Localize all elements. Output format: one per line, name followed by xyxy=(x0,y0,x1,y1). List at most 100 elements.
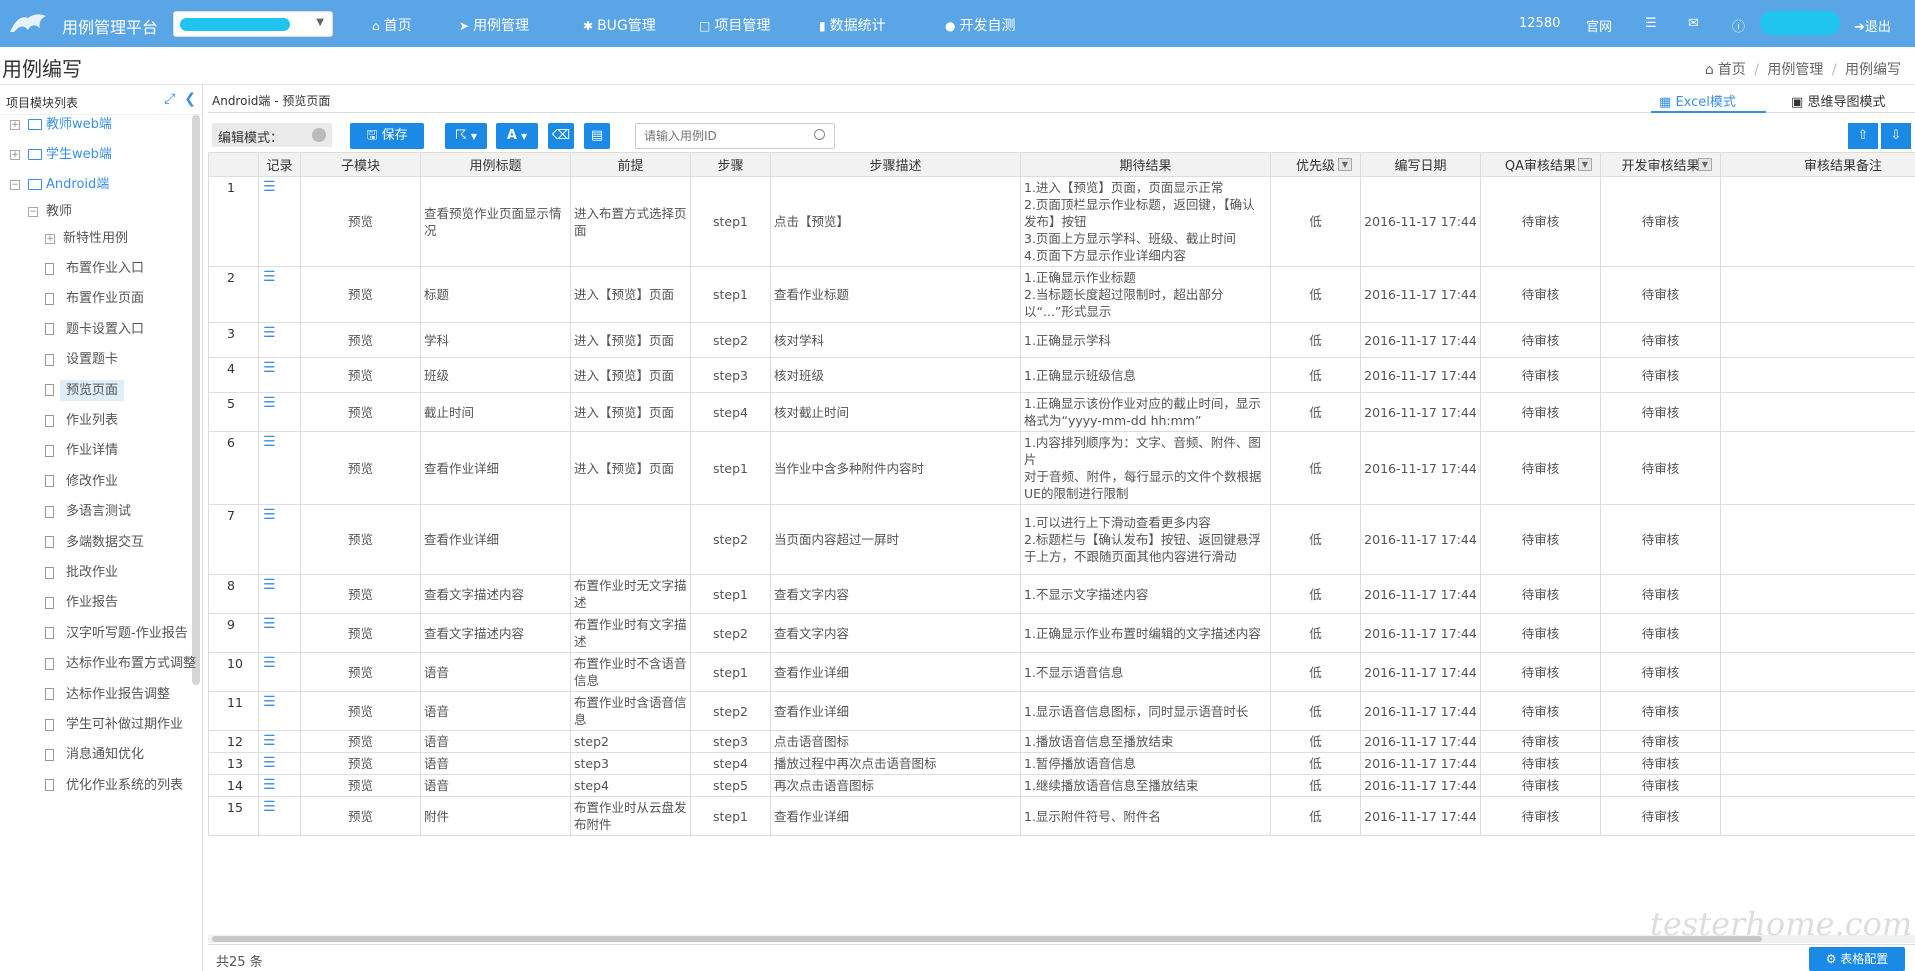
cell-expect[interactable]: 1.继续播放语音信息至播放结束 xyxy=(1020,774,1271,797)
cell-pre[interactable]: 进入【预览】页面 xyxy=(570,431,691,505)
cell-qa[interactable]: 待审核 xyxy=(1480,322,1601,358)
cell-title[interactable]: 附件 xyxy=(420,796,571,836)
cell-pre[interactable]: 进入【预览】页面 xyxy=(570,392,691,432)
column-header-10[interactable]: QA审核结果 ▼ xyxy=(1480,152,1601,177)
cell-expect[interactable]: 1.进入【预览】页面，页面显示正常 2.页面顶栏显示作业标题，返回键，【确认发布… xyxy=(1020,176,1271,267)
download-button[interactable]: ⇩ xyxy=(1881,123,1911,149)
cell-date[interactable]: 2016-11-17 17:44 xyxy=(1360,357,1481,393)
cell-qa[interactable]: 待审核 xyxy=(1480,574,1601,614)
cell-qa[interactable]: 待审核 xyxy=(1480,796,1601,836)
cell-dev[interactable]: 待审核 xyxy=(1600,266,1721,323)
cell-title[interactable]: 查看文字描述内容 xyxy=(420,574,571,614)
table-row[interactable]: 3 ☰ 预览 学科 进入【预览】页面 step2 核对学科 1.正确显示学科低 2016-11-… xyxy=(208,322,1915,358)
cell-pre[interactable]: 布置作业时不含语音信息 xyxy=(570,652,691,692)
cell-prio[interactable]: 低 xyxy=(1270,431,1361,505)
cell-expect[interactable]: 1.正确显示班级信息 xyxy=(1020,357,1271,393)
record-list-icon[interactable]: ☰ xyxy=(258,796,301,836)
table-row[interactable]: 10 ☰ 预览 语音 布置作业时不含语音信息 step1 查看作业详细 1.不显示语音信息低 2… xyxy=(208,652,1915,692)
cell-dev[interactable]: 待审核 xyxy=(1600,796,1721,836)
record-list-icon[interactable]: ☰ xyxy=(258,176,301,267)
fill-color-button[interactable]: ☈ ▼ xyxy=(445,123,487,149)
eraser-button[interactable]: ⌫ xyxy=(548,123,574,149)
table-row[interactable]: 9 ☰ 预览 查看文字描述内容 布置作业时有文字描述 step2 查看文字内容 1.正确显示作… xyxy=(208,613,1915,653)
sidebar-item-20[interactable]: 学生可补做过期作业 xyxy=(45,713,183,732)
cell-title[interactable]: 语音 xyxy=(420,752,571,775)
table-row[interactable]: 13 ☰ 预览 语音 step3 step4 播放过程中再次点击语音图标 1.暂停播放语音信息… xyxy=(208,752,1915,775)
cell-desc[interactable]: 当页面内容超过一屏时 xyxy=(770,504,1021,575)
cell-desc[interactable]: 当作业中含多种附件内容时 xyxy=(770,431,1021,505)
cell-step[interactable]: step1 xyxy=(690,652,771,692)
cell-expect[interactable]: 1.正确显示学科 xyxy=(1020,322,1271,358)
nav-bug-management[interactable]: ✱ BUG管理 xyxy=(583,15,656,35)
table-row[interactable]: 15 ☰ 预览 附件 布置作业时从云盘发布附件 step1 查看作业详细 1.显示附件符号、附… xyxy=(208,796,1915,836)
cell-dev[interactable]: 待审核 xyxy=(1600,176,1721,267)
cell-note[interactable] xyxy=(1720,774,1915,797)
scrollbar-thumb[interactable] xyxy=(212,936,1762,942)
cell-desc[interactable]: 再次点击语音图标 xyxy=(770,774,1021,797)
cell-expect[interactable]: 1.显示语音信息图标，同时显示语音时长 xyxy=(1020,691,1271,731)
cell-module[interactable]: 预览 xyxy=(300,691,421,731)
cell-date[interactable]: 2016-11-17 17:44 xyxy=(1360,322,1481,358)
expand-toggle-icon[interactable]: − xyxy=(10,179,20,190)
table-row[interactable]: 4 ☰ 预览 班级 进入【预览】页面 step3 核对班级 1.正确显示班级信息低 2016-1… xyxy=(208,357,1915,393)
nav-case-management[interactable]: ➤ 用例管理 xyxy=(459,15,529,35)
cell-prio[interactable]: 低 xyxy=(1270,392,1361,432)
cell-dev[interactable]: 待审核 xyxy=(1600,774,1721,797)
cell-expect[interactable]: 1.不显示文字描述内容 xyxy=(1020,574,1271,614)
font-color-button[interactable]: A ▼ xyxy=(496,123,538,149)
cell-date[interactable]: 2016-11-17 17:44 xyxy=(1360,691,1481,731)
sidebar-item-1[interactable]: + 学生web端 xyxy=(10,143,112,162)
sidebar-item-13[interactable]: 多语言测试 xyxy=(45,500,131,519)
cell-desc[interactable]: 核对学科 xyxy=(770,322,1021,358)
cell-desc[interactable]: 点击语音图标 xyxy=(770,730,1021,753)
cell-note[interactable] xyxy=(1720,504,1915,575)
column-header-11[interactable]: 开发审核结果 ▼ xyxy=(1600,152,1721,177)
cell-module[interactable]: 预览 xyxy=(300,392,421,432)
cell-module[interactable]: 预览 xyxy=(300,176,421,267)
cell-desc[interactable]: 查看文字内容 xyxy=(770,613,1021,653)
cell-qa[interactable]: 待审核 xyxy=(1480,176,1601,267)
cell-note[interactable] xyxy=(1720,176,1915,267)
cell-date[interactable]: 2016-11-17 17:44 xyxy=(1360,574,1481,614)
cell-qa[interactable]: 待审核 xyxy=(1480,752,1601,775)
sidebar-item-11[interactable]: 作业详情 xyxy=(45,439,118,458)
toggle-knob[interactable] xyxy=(312,128,326,142)
cell-title[interactable]: 语音 xyxy=(420,774,571,797)
edit-mode-toggle[interactable]: 编辑模式： xyxy=(212,123,332,147)
cell-desc[interactable]: 查看作业标题 xyxy=(770,266,1021,323)
cell-pre[interactable]: 进入【预览】页面 xyxy=(570,322,691,358)
cell-title[interactable]: 语音 xyxy=(420,691,571,731)
cell-date[interactable]: 2016-11-17 17:44 xyxy=(1360,176,1481,267)
cell-qa[interactable]: 待审核 xyxy=(1480,613,1601,653)
record-list-icon[interactable]: ☰ xyxy=(258,730,301,753)
cell-prio[interactable]: 低 xyxy=(1270,322,1361,358)
cell-note[interactable] xyxy=(1720,796,1915,836)
cell-prio[interactable]: 低 xyxy=(1270,504,1361,575)
cell-desc[interactable]: 查看作业详细 xyxy=(770,796,1021,836)
cell-desc[interactable]: 播放过程中再次点击语音图标 xyxy=(770,752,1021,775)
cell-module[interactable]: 预览 xyxy=(300,752,421,775)
cell-dev[interactable]: 待审核 xyxy=(1600,730,1721,753)
table-row[interactable]: 6 ☰ 预览 查看作业详细 进入【预览】页面 step1 当作业中含多种附件内容时 1.内容排… xyxy=(208,431,1915,505)
cell-prio[interactable]: 低 xyxy=(1270,796,1361,836)
cell-date[interactable]: 2016-11-17 17:44 xyxy=(1360,774,1481,797)
menu-icon[interactable]: ☰ xyxy=(1645,16,1657,31)
cell-date[interactable]: 2016-11-17 17:44 xyxy=(1360,266,1481,323)
cell-step[interactable]: step2 xyxy=(690,691,771,731)
cell-prio[interactable]: 低 xyxy=(1270,266,1361,323)
sidebar-item-15[interactable]: 批改作业 xyxy=(45,561,118,580)
table-row[interactable]: 5 ☰ 预览 截止时间 进入【预览】页面 step4 核对截止时间 1.正确显示该份作业对应的… xyxy=(208,392,1915,432)
cell-qa[interactable]: 待审核 xyxy=(1480,504,1601,575)
breadcrumb-home[interactable]: 首页 xyxy=(1718,62,1746,78)
cell-pre[interactable]: step4 xyxy=(570,774,691,797)
record-list-icon[interactable]: ☰ xyxy=(258,574,301,614)
cell-pre[interactable]: 进入【预览】页面 xyxy=(570,357,691,393)
sidebar-item-9[interactable]: 预览页面 xyxy=(45,379,125,401)
cell-module[interactable]: 预览 xyxy=(300,574,421,614)
cell-module[interactable]: 预览 xyxy=(300,730,421,753)
cell-dev[interactable]: 待审核 xyxy=(1600,574,1721,614)
logo-icon[interactable] xyxy=(8,8,48,38)
cell-date[interactable]: 2016-11-17 17:44 xyxy=(1360,730,1481,753)
cell-note[interactable] xyxy=(1720,266,1915,323)
cell-title[interactable]: 语音 xyxy=(420,652,571,692)
